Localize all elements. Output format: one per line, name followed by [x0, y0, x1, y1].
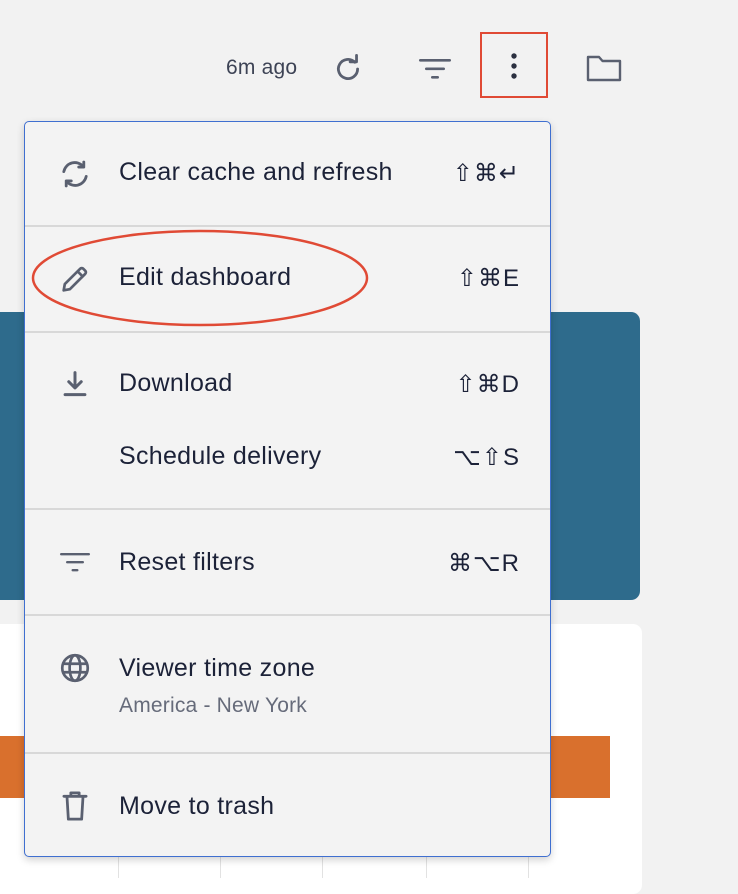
menu-item-viewer-time-zone[interactable]: Viewer time zone America - New York [25, 634, 550, 734]
keyboard-shortcut: ⌘⌥R [448, 550, 520, 577]
menu-item-label: Download [119, 369, 233, 397]
keyboard-shortcut: ⇧⌘↵ [452, 160, 520, 187]
menu-item-label: Reset filters [119, 548, 255, 576]
menu-item-label: Viewer time zone [119, 654, 316, 682]
menu-divider [25, 331, 550, 333]
trash-icon [62, 791, 88, 821]
sync-icon [62, 160, 88, 188]
menu-divider [25, 508, 550, 510]
refresh-icon[interactable] [332, 53, 364, 85]
menu-item-label: Move to trash [119, 792, 275, 820]
menu-item-schedule-delivery[interactable]: Schedule delivery ⌥⇧S [25, 422, 550, 492]
filter-icon [60, 553, 90, 572]
menu-divider [25, 752, 550, 754]
keyboard-shortcut: ⇧⌘E [456, 265, 520, 292]
menu-item-label: Schedule delivery [119, 442, 322, 470]
keyboard-shortcut: ⇧⌘D [455, 371, 520, 398]
time-zone-value: America - New York [119, 694, 307, 717]
menu-item-label: Clear cache and refresh [119, 158, 393, 186]
menu-item-reset-filters[interactable]: Reset filters ⌘⌥R [25, 528, 550, 598]
filter-icon[interactable] [418, 55, 452, 83]
download-icon [63, 371, 87, 397]
more-vertical-icon [511, 53, 517, 79]
more-options-button[interactable] [480, 32, 548, 98]
menu-item-move-to-trash[interactable]: Move to trash [25, 772, 550, 842]
last-updated-text: 6m ago [226, 56, 298, 79]
pencil-icon [62, 266, 88, 292]
keyboard-shortcut: ⌥⇧S [453, 444, 520, 471]
menu-divider [25, 225, 550, 227]
dashboard-options-menu: Clear cache and refresh ⇧⌘↵ Edit dashboa… [24, 121, 551, 857]
menu-item-label: Edit dashboard [119, 263, 292, 291]
globe-icon [60, 653, 90, 683]
menu-item-clear-cache[interactable]: Clear cache and refresh ⇧⌘↵ [25, 138, 550, 208]
menu-item-edit-dashboard[interactable]: Edit dashboard ⇧⌘E [25, 244, 550, 314]
menu-item-download[interactable]: Download ⇧⌘D [25, 350, 550, 420]
menu-divider [25, 614, 550, 616]
folder-icon[interactable] [585, 52, 623, 84]
